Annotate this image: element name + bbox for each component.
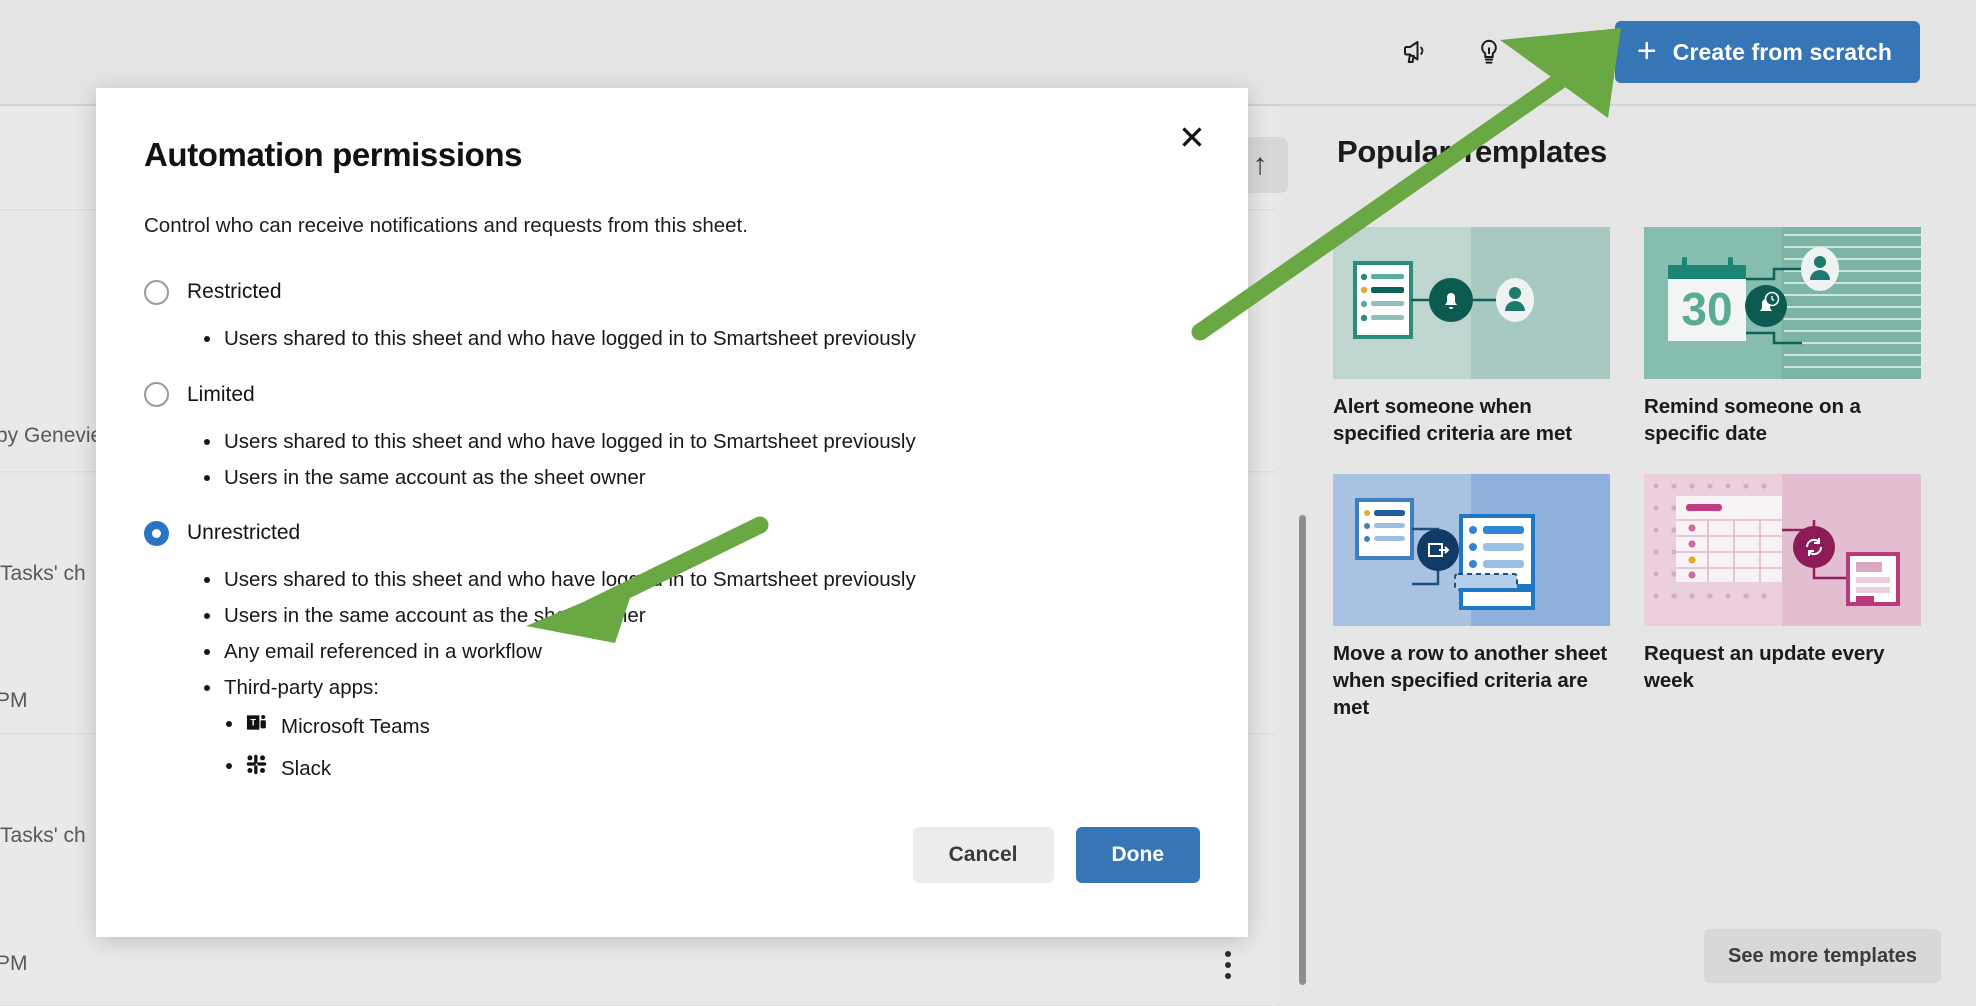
template-card[interactable]: 30 Remind someone on a specific date xyxy=(1644,227,1921,448)
close-icon[interactable]: ✕ xyxy=(1168,113,1216,161)
option-header[interactable]: Unrestricted xyxy=(144,515,1144,551)
cancel-button[interactable]: Cancel xyxy=(912,827,1054,883)
option-bullet: Users in the same account as the sheet o… xyxy=(202,601,1144,632)
screen: + Create from scratch by Genevie 'Tasks'… xyxy=(0,0,1976,1006)
template-card[interactable]: Move a row to another sheet when specifi… xyxy=(1333,473,1610,722)
option-bullet: Users shared to this sheet and who have … xyxy=(202,324,1144,355)
option-details: Users shared to this sheet and who have … xyxy=(202,427,1144,494)
option-bullet: Users shared to this sheet and who have … xyxy=(202,565,1144,596)
top-bar-icon-group: + Create from scratch xyxy=(1393,0,1920,104)
kebab-dot xyxy=(1225,951,1231,957)
template-card-grid: Alert someone when specified criteria ar… xyxy=(1333,227,1953,721)
svg-text:30: 30 xyxy=(1681,283,1732,335)
vertical-scrollbar[interactable] xyxy=(1299,515,1306,985)
option-header[interactable]: Limited xyxy=(144,377,1144,413)
option-label: Limited xyxy=(187,382,255,406)
dialog-title: Automation permissions xyxy=(144,136,523,173)
option-details: Users shared to this sheet and who have … xyxy=(202,565,1144,788)
third-party-app-label: Slack xyxy=(281,757,332,781)
plus-icon: + xyxy=(1636,31,1657,70)
up-arrow-icon: ↑ xyxy=(1252,148,1268,181)
see-more-templates-button[interactable]: See more templates xyxy=(1704,929,1941,983)
list-item-text: PM xyxy=(0,689,28,712)
megaphone-icon[interactable] xyxy=(1393,30,1437,74)
permission-options-group: Restricted Users shared to this sheet an… xyxy=(144,274,1144,798)
permission-option-restricted[interactable]: Restricted Users shared to this sheet an… xyxy=(144,274,1144,355)
option-label: Unrestricted xyxy=(187,521,301,545)
template-card-label: Request an update every week xyxy=(1644,641,1885,692)
third-party-app-item: T Microsoft Teams xyxy=(224,709,1144,746)
gear-icon[interactable] xyxy=(1541,30,1585,74)
radio-unrestricted[interactable] xyxy=(144,520,169,546)
popular-templates-panel: Popular Templates Alert someone when spe… xyxy=(1313,106,1976,1006)
lightbulb-icon[interactable] xyxy=(1467,30,1511,74)
done-button[interactable]: Done xyxy=(1075,827,1200,883)
list-item-text: 'Tasks' ch xyxy=(0,824,86,847)
option-bullet: Third-party apps: xyxy=(202,673,1144,704)
dialog-actions: Cancel Done xyxy=(912,827,1200,883)
radio-limited[interactable] xyxy=(144,382,169,408)
kebab-dot xyxy=(1225,962,1231,968)
template-card-label: Remind someone on a specific date xyxy=(1644,395,1861,446)
third-party-apps-list: T Microsoft Teams Slack xyxy=(224,709,1144,788)
template-card-label: Alert someone when specified criteria ar… xyxy=(1333,395,1572,446)
option-header[interactable]: Restricted xyxy=(144,274,1144,310)
more-options-kebab-button[interactable] xyxy=(1219,945,1237,985)
permission-option-unrestricted[interactable]: Unrestricted Users shared to this sheet … xyxy=(144,515,1144,788)
permission-option-limited[interactable]: Limited Users shared to this sheet and w… xyxy=(144,377,1144,494)
option-label: Restricted xyxy=(187,280,282,303)
option-bullet: Users shared to this sheet and who have … xyxy=(202,427,1144,458)
third-party-app-label: Microsoft Teams xyxy=(281,715,430,739)
automation-permissions-dialog: ✕ Automation permissions Control who can… xyxy=(96,88,1248,937)
create-from-scratch-button[interactable]: + Create from scratch xyxy=(1614,21,1920,83)
slack-icon xyxy=(246,754,267,785)
option-bullet: Any email referenced in a workflow xyxy=(202,637,1144,668)
popular-templates-title: Popular Templates xyxy=(1337,134,1607,169)
list-item-text: 'Tasks' ch xyxy=(0,562,86,585)
svg-text:T: T xyxy=(250,718,256,728)
template-thumbnail-request-update xyxy=(1644,473,1921,626)
template-thumbnail-move-row xyxy=(1333,473,1610,626)
option-details: Users shared to this sheet and who have … xyxy=(202,324,1144,355)
template-card-label: Move a row to another sheet when specifi… xyxy=(1333,641,1608,720)
template-thumbnail-remind: 30 xyxy=(1644,227,1921,379)
template-thumbnail-alert xyxy=(1333,227,1610,379)
kebab-dot xyxy=(1225,973,1231,979)
option-bullet: Users in the same account as the sheet o… xyxy=(202,463,1144,494)
template-card[interactable]: Request an update every week xyxy=(1644,473,1921,722)
microsoft-teams-icon: T xyxy=(246,712,267,743)
create-from-scratch-label: Create from scratch xyxy=(1672,38,1892,65)
third-party-app-item: Slack xyxy=(224,751,1144,788)
radio-restricted[interactable] xyxy=(144,279,169,305)
list-item-text: by Genevie xyxy=(0,424,103,447)
template-card[interactable]: Alert someone when specified criteria ar… xyxy=(1333,227,1610,448)
list-item-text: PM xyxy=(0,952,28,975)
dialog-subtitle: Control who can receive notifications an… xyxy=(144,214,748,237)
